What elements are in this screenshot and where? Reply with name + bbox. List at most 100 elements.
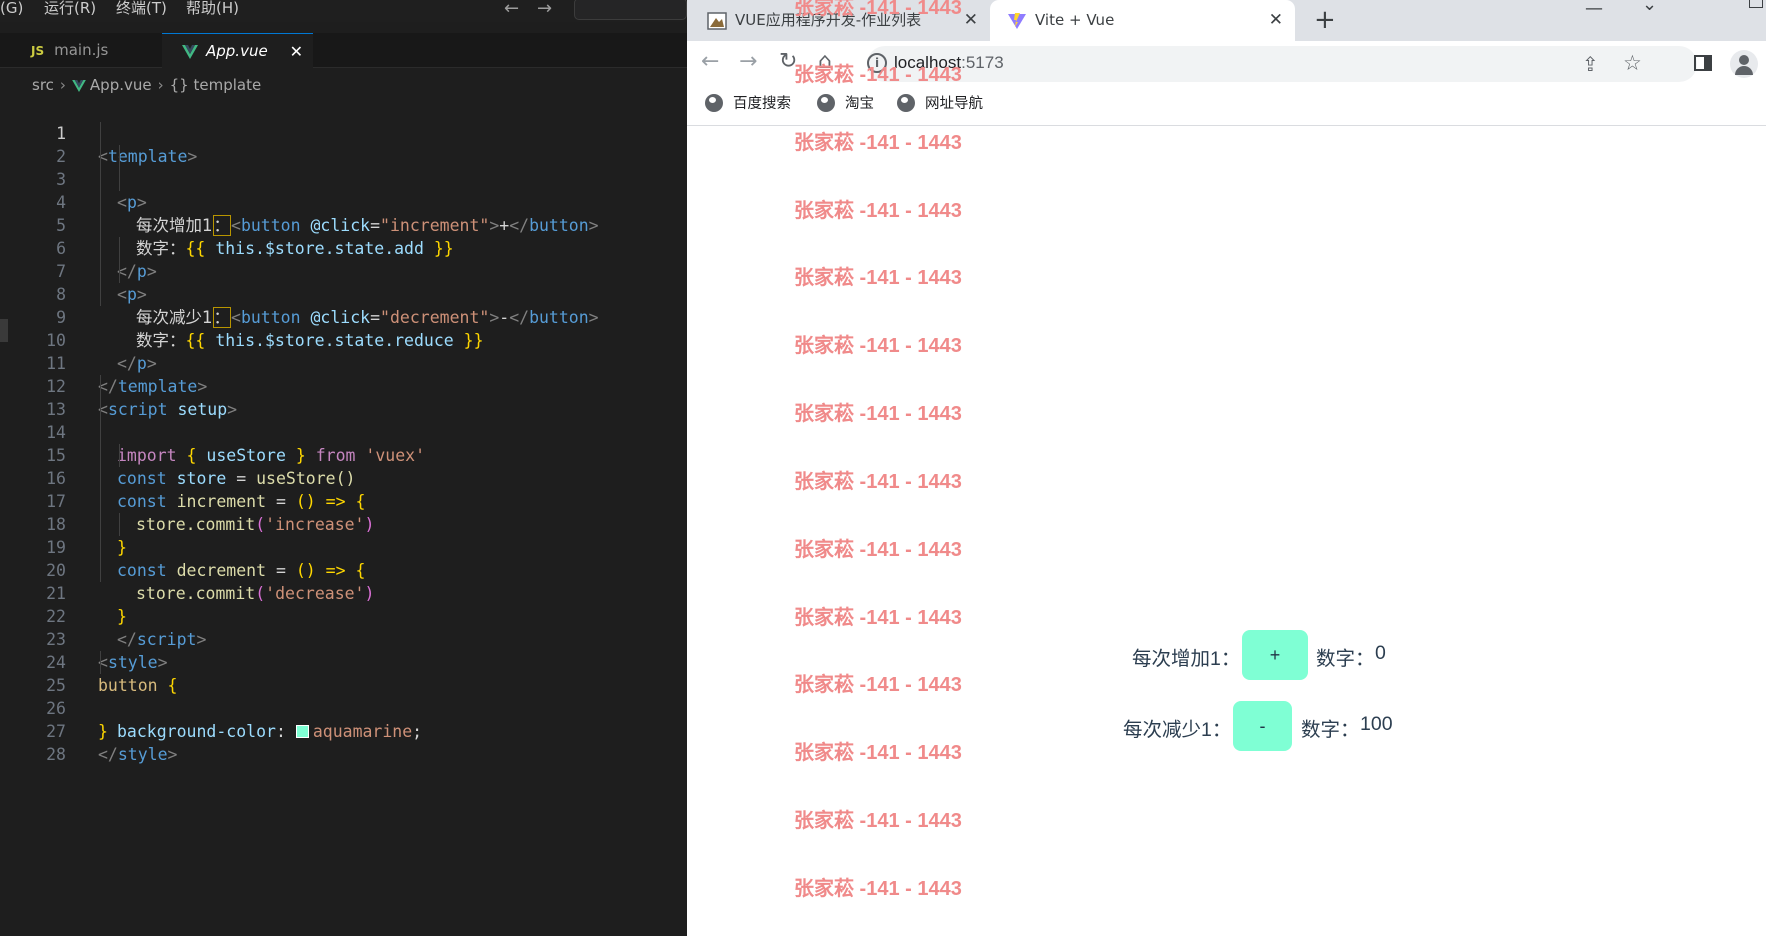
- watermark-text: 张家菘 -141 - 1443: [794, 0, 962, 19]
- code-line: 22: [0, 582, 687, 626]
- code-line: 28: [0, 720, 687, 764]
- vue-logo-icon: [72, 80, 86, 92]
- code-line: 6 <p>: [0, 214, 687, 304]
- back-arrow-icon[interactable]: ←: [504, 0, 519, 19]
- tab-app-vue[interactable]: App.vue ✕: [162, 33, 313, 68]
- add-value: 0: [1375, 642, 1386, 664]
- code-line: 11 </template>: [0, 329, 687, 396]
- code-line: 23 <style>: [0, 605, 687, 672]
- watermark-text: 张家菘 -141 - 1443: [794, 64, 962, 86]
- line-number: 28: [46, 745, 66, 764]
- profile-avatar-icon[interactable]: [1730, 50, 1758, 78]
- forward-arrow-icon[interactable]: →: [537, 0, 552, 19]
- decrease-label: 每次减少1：: [1123, 719, 1232, 741]
- decrement-button[interactable]: -: [1233, 701, 1292, 751]
- breadcrumb: src › App.vue › {} template: [32, 76, 261, 96]
- code-editor: (G) 运行(R) 终端(T) 帮助(H) ← → JS main.js App.…: [0, 0, 687, 936]
- new-tab-button[interactable]: +: [1314, 0, 1336, 41]
- browser-tab-title: Vite + Vue: [1035, 11, 1115, 29]
- code-line: 19 store.commit('decrease'): [0, 513, 687, 603]
- code-line: 21 </script>: [0, 559, 687, 649]
- watermark-text: 张家菘 -141 - 1443: [794, 132, 962, 154]
- vite-logo-icon: [1008, 12, 1026, 29]
- code-line: 25 background-color: aquamarine;: [0, 651, 687, 741]
- breadcrumb-folder[interactable]: src: [32, 76, 54, 94]
- code-line: 12 <script setup>: [0, 352, 687, 419]
- menu-run[interactable]: 运行(R): [44, 0, 96, 16]
- menu-bar: (G) 运行(R) 终端(T) 帮助(H) ← →: [0, 0, 687, 22]
- close-tab-icon[interactable]: ✕: [964, 0, 978, 41]
- globe-icon: [705, 94, 723, 112]
- code-line: 17 }: [0, 467, 687, 557]
- forward-icon[interactable]: →: [739, 51, 757, 73]
- reduce-value: 100: [1360, 713, 1393, 735]
- watermark-text: 张家菘 -141 - 1443: [794, 878, 962, 900]
- watermark-text: 张家菘 -141 - 1443: [794, 335, 962, 357]
- code-line: 9 </p>: [0, 283, 687, 373]
- code-line: 1 <template>: [0, 99, 687, 166]
- close-icon[interactable]: ✕: [290, 34, 303, 69]
- watermark-text: 张家菘 -141 - 1443: [794, 403, 962, 425]
- menu-help[interactable]: 帮助(H): [186, 0, 239, 16]
- code-text: </style>: [98, 745, 178, 764]
- tab-main-js[interactable]: JS main.js: [0, 33, 162, 68]
- watermark-text: 张家菘 -141 - 1443: [794, 810, 962, 832]
- code-line: 2 <p>: [0, 122, 687, 212]
- number-label: 数字：: [1316, 648, 1375, 670]
- bookmark-nav[interactable]: 网址导航: [897, 92, 983, 116]
- browser-window: VUE应用程序开发-作业列表 ✕ Vite + Vue ✕ + ⌄ — ← → …: [687, 0, 1766, 936]
- breadcrumb-file[interactable]: App.vue: [90, 76, 152, 94]
- minimize-icon[interactable]: —: [1585, 0, 1603, 19]
- command-center[interactable]: [574, 0, 687, 20]
- side-panel-icon[interactable]: [1694, 55, 1712, 71]
- increase-label: 每次增加1：: [1132, 648, 1241, 670]
- code-line: 14 const store = useStore(): [0, 398, 687, 488]
- menu-go[interactable]: (G): [0, 0, 23, 16]
- watermark-text: 张家菘 -141 - 1443: [794, 742, 962, 764]
- bookmark-star-icon[interactable]: ☆: [1623, 51, 1642, 75]
- code-line: 3 每次增加1：<button @click="increment">+</bu…: [0, 145, 687, 236]
- code-line: 20 }: [0, 536, 687, 626]
- braces-icon: {}: [169, 76, 189, 94]
- close-tab-icon[interactable]: ✕: [1269, 0, 1283, 41]
- code-line: 26 }: [0, 674, 687, 741]
- bookmark-taobao[interactable]: 淘宝: [817, 92, 874, 116]
- chevron-right-icon: ›: [157, 76, 164, 94]
- code-line: 8 数字：{{ this.$store.state.reduce }}: [0, 260, 687, 350]
- watermark-text: 张家菘 -141 - 1443: [794, 674, 962, 696]
- number-label: 数字：: [1301, 719, 1360, 741]
- watermark-text: 张家菘 -141 - 1443: [794, 267, 962, 289]
- watermark-text: 张家菘 -141 - 1443: [794, 607, 962, 629]
- code-line: 4 数字：{{ this.$store.state.add }}: [0, 168, 687, 258]
- globe-icon: [897, 94, 915, 112]
- code-line: 5 </p>: [0, 191, 687, 281]
- watermark-text: 张家菘 -141 - 1443: [794, 539, 962, 561]
- vue-logo-icon: [182, 44, 198, 59]
- watermark-text: 张家菘 -141 - 1443: [794, 471, 962, 493]
- globe-icon: [817, 94, 835, 112]
- code-line: 27 </style>: [0, 697, 687, 764]
- breadcrumb-symbol[interactable]: template: [193, 76, 261, 94]
- tab-label: main.js: [54, 41, 109, 59]
- menu-terminal[interactable]: 终端(T): [116, 0, 167, 16]
- browser-tab-vite-vue[interactable]: Vite + Vue ✕: [990, 0, 1295, 41]
- share-icon[interactable]: ⇪: [1582, 52, 1599, 76]
- tab-label: App.vue: [206, 42, 268, 60]
- code-line: 13 import { useStore } from 'vuex': [0, 375, 687, 465]
- watermark-text: 张家菘 -141 - 1443: [794, 200, 962, 222]
- chevron-right-icon: ›: [59, 76, 66, 94]
- code-line: 24 button {: [0, 628, 687, 695]
- code-line: 16 store.commit('increase'): [0, 444, 687, 534]
- code-line: 18 const decrement = () => {: [0, 490, 687, 580]
- site-favicon-icon: [707, 11, 727, 30]
- address-bar[interactable]: i localhost:5173 ⇪ ☆: [867, 46, 1697, 82]
- back-icon[interactable]: ←: [701, 51, 719, 73]
- bookmark-baidu[interactable]: 百度搜索: [705, 92, 791, 116]
- editor-tab-bar: JS main.js App.vue ✕: [0, 33, 687, 68]
- js-file-icon: JS: [31, 44, 45, 58]
- maximize-icon[interactable]: [1749, 0, 1763, 8]
- tab-search-icon[interactable]: ⌄: [1642, 0, 1657, 15]
- code-line: 15 const increment = () => {: [0, 421, 687, 511]
- increment-button[interactable]: +: [1242, 630, 1308, 680]
- code-line: 10: [0, 306, 687, 350]
